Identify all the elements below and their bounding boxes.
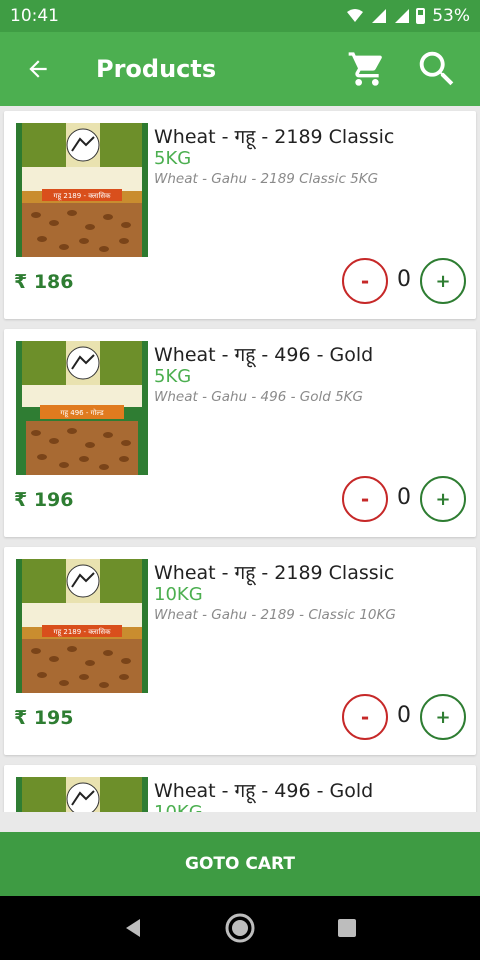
product-image[interactable]: गहू 2189 - क्लासिक — [16, 559, 148, 693]
product-weight: 10KG — [154, 802, 203, 812]
product-description: Wheat - Gahu - 496 - Gold 5KG — [154, 389, 363, 405]
quantity-value: 0 — [397, 485, 411, 510]
product-card[interactable]: गहू 2189 - क्लासिक Wheat - गहू - 2189 Cl… — [4, 547, 476, 755]
product-name: Wheat - गहू - 2189 Classic — [154, 562, 395, 584]
product-image[interactable]: गहू 496 - गोल्ड — [16, 341, 148, 475]
status-icons: 53% — [347, 6, 470, 26]
page-title: Products — [96, 55, 217, 83]
product-image[interactable]: गहू 2189 - क्लासिक — [16, 123, 148, 257]
product-price: ₹ 196 — [14, 489, 74, 511]
quantity-value: 0 — [397, 703, 411, 728]
nav-recents-button[interactable] — [327, 908, 367, 948]
battery-icon — [416, 8, 426, 24]
product-name: Wheat - गहू - 496 - Gold — [154, 344, 374, 366]
product-weight: 5KG — [154, 148, 192, 169]
package-label: गहू 2189 - क्लासिक — [54, 191, 112, 201]
product-price: ₹ 195 — [14, 707, 74, 729]
decrease-quantity-button[interactable]: - — [342, 694, 388, 740]
product-description: Wheat - Gahu - 2189 - Classic 10KG — [154, 607, 396, 623]
increase-quantity-button[interactable]: + — [420, 258, 466, 304]
battery-percent: 53% — [432, 6, 470, 26]
circle-home-icon — [225, 913, 255, 943]
nav-home-button[interactable] — [220, 908, 260, 948]
product-name: Wheat - गहू - 2189 Classic — [154, 126, 395, 148]
status-bar: 10:41 53% — [0, 0, 480, 32]
decrease-quantity-button[interactable]: - — [342, 476, 388, 522]
triangle-back-icon — [126, 919, 141, 937]
product-card[interactable]: गहू 496 - गोल्ड Wheat - गहू - 496 - Gold… — [4, 329, 476, 537]
package-label: गहू 2189 - क्लासिक — [54, 627, 112, 637]
product-image[interactable] — [16, 777, 148, 812]
nav-back-button[interactable] — [113, 908, 153, 948]
product-list[interactable]: गहू 2189 - क्लासिक Wheat - गहू - 2189 Cl… — [0, 106, 480, 812]
signal-icon — [372, 9, 387, 23]
cart-button[interactable] — [332, 32, 402, 106]
square-recents-icon — [337, 919, 356, 937]
status-time: 10:41 — [10, 6, 59, 26]
wifi-icon — [347, 9, 364, 22]
product-price: ₹ 186 — [14, 271, 74, 293]
goto-cart-button[interactable]: GOTO CART — [0, 832, 480, 896]
product-name: Wheat - गहू - 496 - Gold — [154, 780, 374, 802]
search-button[interactable] — [402, 32, 472, 106]
increase-quantity-button[interactable]: + — [420, 694, 466, 740]
package-label: गहू 496 - गोल्ड — [60, 408, 103, 418]
arrow-left-icon — [29, 60, 47, 78]
back-button[interactable] — [0, 32, 76, 106]
product-weight: 5KG — [154, 366, 192, 387]
product-card[interactable]: Wheat - गहू - 496 - Gold 10KG — [4, 765, 476, 812]
product-description: Wheat - Gahu - 2189 Classic 5KG — [154, 171, 379, 187]
product-card[interactable]: गहू 2189 - क्लासिक Wheat - गहू - 2189 Cl… — [4, 111, 476, 319]
system-nav-bar — [0, 896, 480, 960]
increase-quantity-button[interactable]: + — [420, 476, 466, 522]
decrease-quantity-button[interactable]: - — [342, 258, 388, 304]
signal-icon-2 — [395, 9, 410, 23]
search-icon — [419, 51, 454, 86]
quantity-value: 0 — [397, 267, 411, 292]
app-bar: Products — [0, 32, 480, 106]
cart-icon — [348, 52, 382, 86]
product-weight: 10KG — [154, 584, 203, 605]
